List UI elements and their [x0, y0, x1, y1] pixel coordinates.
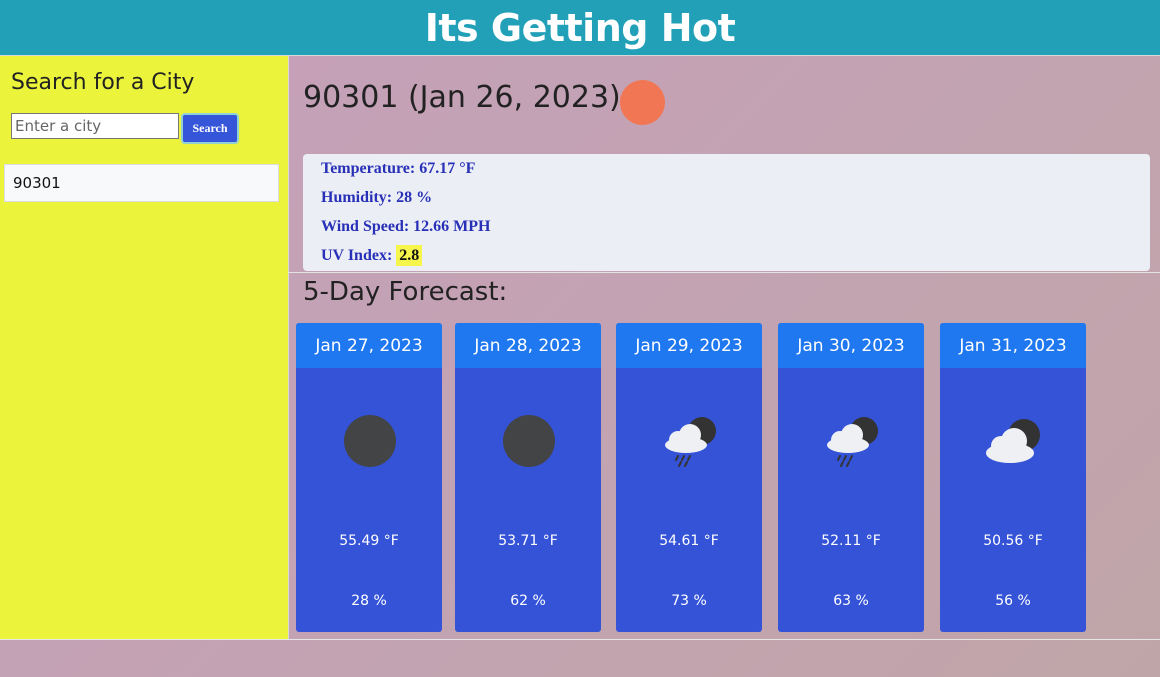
cloud-moon-icon: [986, 419, 1040, 463]
sidebar: Search for a City Search 90301: [0, 56, 289, 639]
forecast-date: Jan 27, 2023: [296, 323, 442, 368]
forecast-temp: 54.61 °F: [659, 533, 719, 549]
uv-index-stat: UV Index: 2.8: [321, 245, 423, 266]
rain-cloud-moon-icon: [665, 417, 716, 467]
forecast-humidity: 62 %: [510, 593, 546, 609]
dark-circle-icon: [344, 415, 396, 467]
city-search-input[interactable]: [11, 113, 179, 139]
dark-circle-icon: [503, 415, 555, 467]
forecast-card: Jan 27, 2023 55.49 °F 28 %: [296, 323, 442, 632]
forecast-humidity: 28 %: [351, 593, 387, 609]
forecast-card: Jan 31, 2023 50.56 °F 56 %: [940, 323, 1086, 632]
sun-icon: [620, 80, 665, 125]
uv-index-label: UV Index:: [321, 247, 393, 264]
forecast-humidity: 73 %: [671, 593, 707, 609]
footer-divider: [0, 639, 1160, 640]
forecast-card: Jan 30, 2023 52.11 °F 63 %: [778, 323, 924, 632]
forecast-date: Jan 31, 2023: [940, 323, 1086, 368]
humidity-stat: Humidity: 28 %: [321, 189, 433, 206]
forecast-temp: 55.49 °F: [339, 533, 399, 549]
uv-index-value: 2.8: [396, 245, 423, 266]
wind-speed-stat: Wind Speed: 12.66 MPH: [321, 218, 491, 235]
forecast-temp: 53.71 °F: [498, 533, 558, 549]
forecast-date: Jan 28, 2023: [455, 323, 601, 368]
forecast-date: Jan 29, 2023: [616, 323, 762, 368]
section-divider: [288, 272, 1160, 273]
forecast-card: Jan 28, 2023 53.71 °F 62 %: [455, 323, 601, 632]
forecast-title: 5-Day Forecast:: [303, 277, 508, 307]
forecast-temp: 52.11 °F: [821, 533, 881, 549]
forecast-temp: 50.56 °F: [983, 533, 1043, 549]
forecast-date: Jan 30, 2023: [778, 323, 924, 368]
current-conditions-panel: Temperature: 67.17 °F Humidity: 28 % Win…: [303, 154, 1150, 271]
forecast-humidity: 56 %: [995, 593, 1031, 609]
search-button[interactable]: Search: [181, 113, 239, 144]
page-header: Its Getting Hot: [0, 0, 1160, 56]
history-item-90301[interactable]: 90301: [4, 164, 279, 202]
current-city-title: 90301 (Jan 26, 2023): [303, 80, 621, 115]
rain-cloud-moon-icon: [827, 417, 878, 467]
page-title: Its Getting Hot: [424, 5, 736, 50]
forecast-card: Jan 29, 2023 54.61 °F 73 %: [616, 323, 762, 632]
forecast-humidity: 63 %: [833, 593, 869, 609]
temperature-stat: Temperature: 67.17 °F: [321, 160, 476, 177]
sidebar-title: Search for a City: [11, 70, 195, 95]
